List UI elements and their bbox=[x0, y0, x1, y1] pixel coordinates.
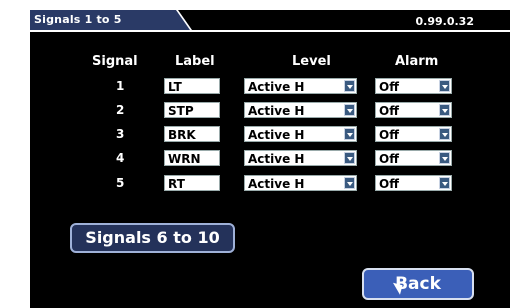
level-value: Active H bbox=[248, 177, 305, 191]
signal-row: 4 WRN Active H Off bbox=[30, 149, 510, 171]
signal-number: 2 bbox=[116, 103, 125, 117]
label-input[interactable]: BRK bbox=[164, 126, 220, 142]
label-input[interactable]: LT bbox=[164, 78, 220, 94]
alarm-select[interactable]: Off bbox=[375, 175, 452, 191]
column-header-signal: Signal bbox=[92, 54, 138, 69]
alarm-value: Off bbox=[379, 128, 399, 142]
alarm-select[interactable]: Off bbox=[375, 150, 452, 166]
chevron-down-icon[interactable] bbox=[439, 177, 450, 189]
signal-row: 5 RT Active H Off bbox=[30, 174, 510, 196]
alarm-value: Off bbox=[379, 152, 399, 166]
alarm-value: Off bbox=[379, 104, 399, 118]
chevron-down-icon[interactable] bbox=[439, 104, 450, 116]
signal-row: 3 BRK Active H Off bbox=[30, 125, 510, 147]
label-input[interactable]: RT bbox=[164, 175, 220, 191]
chevron-down-icon[interactable] bbox=[344, 80, 355, 92]
column-header-level: Level bbox=[292, 54, 331, 69]
chevron-down-icon[interactable] bbox=[344, 128, 355, 140]
chevron-down-icon[interactable] bbox=[439, 152, 450, 164]
label-input[interactable]: STP bbox=[164, 102, 220, 118]
signal-number: 5 bbox=[116, 176, 125, 190]
header-divider bbox=[30, 30, 510, 32]
signal-number: 1 bbox=[116, 79, 125, 93]
signal-row: 1 LT Active H Off bbox=[30, 77, 510, 99]
alarm-select[interactable]: Off bbox=[375, 78, 452, 94]
label-input[interactable]: WRN bbox=[164, 150, 220, 166]
signal-number: 3 bbox=[116, 127, 125, 141]
alarm-value: Off bbox=[379, 80, 399, 94]
level-value: Active H bbox=[248, 80, 305, 94]
signals-screen: Signals 1 to 5 0.99.0.32 Signal Label Le… bbox=[30, 10, 510, 308]
level-select[interactable]: Active H bbox=[244, 78, 357, 94]
level-select[interactable]: Active H bbox=[244, 175, 357, 191]
alarm-select[interactable]: Off bbox=[375, 102, 452, 118]
chevron-down-icon[interactable] bbox=[344, 152, 355, 164]
alarm-select[interactable]: Off bbox=[375, 126, 452, 142]
alarm-value: Off bbox=[379, 177, 399, 191]
chevron-down-icon[interactable] bbox=[344, 104, 355, 116]
level-select[interactable]: Active H bbox=[244, 150, 357, 166]
chevron-down-icon[interactable] bbox=[344, 177, 355, 189]
signals-6-to-10-button[interactable]: Signals 6 to 10 bbox=[70, 223, 235, 253]
level-value: Active H bbox=[248, 104, 305, 118]
chevron-down-icon[interactable] bbox=[439, 128, 450, 140]
level-value: Active H bbox=[248, 128, 305, 142]
back-button[interactable]: Back bbox=[362, 268, 474, 300]
chevron-down-icon[interactable] bbox=[439, 80, 450, 92]
column-header-label: Label bbox=[175, 54, 215, 69]
level-select[interactable]: Active H bbox=[244, 102, 357, 118]
column-header-alarm: Alarm bbox=[395, 54, 439, 69]
version-label: 0.99.0.32 bbox=[415, 15, 474, 28]
signal-row: 2 STP Active H Off bbox=[30, 101, 510, 123]
page-tab-label: Signals 1 to 5 bbox=[34, 13, 122, 26]
level-select[interactable]: Active H bbox=[244, 126, 357, 142]
level-value: Active H bbox=[248, 152, 305, 166]
signal-number: 4 bbox=[116, 151, 125, 165]
